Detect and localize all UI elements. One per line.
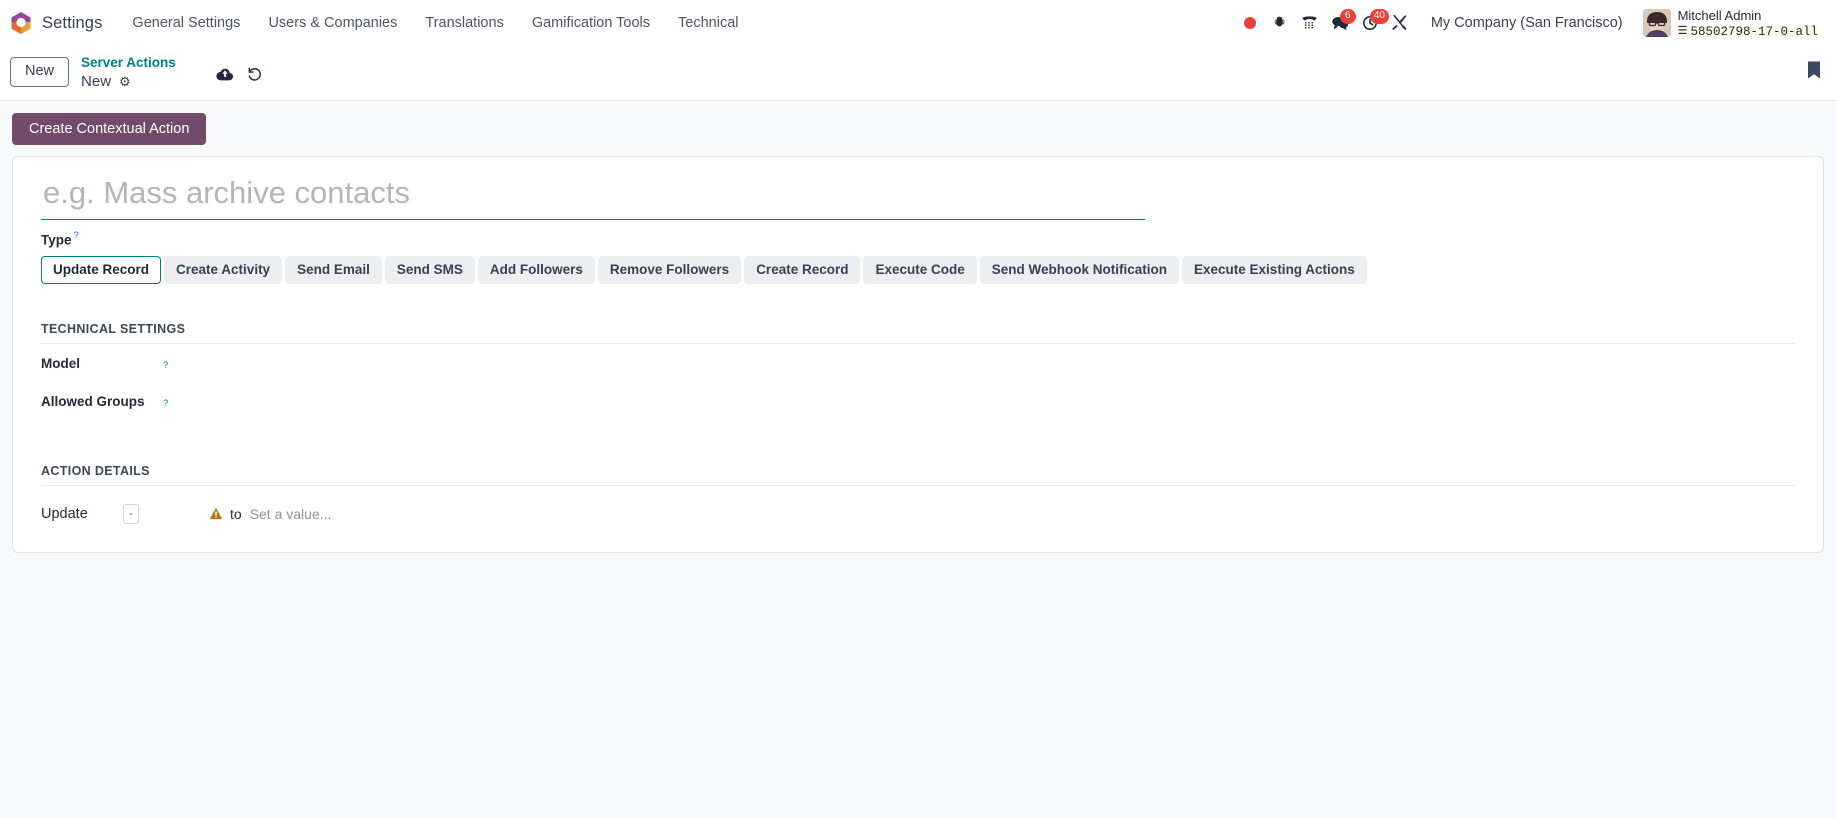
action-name-input[interactable] xyxy=(41,173,1145,220)
contextual-action-bar: Create Contextual Action xyxy=(0,101,1836,146)
technical-settings-fields: Model? Allowed Groups? xyxy=(41,356,1795,426)
type-option-execute-code[interactable]: Execute Code xyxy=(863,256,976,284)
navbar-left-group: Settings General Settings Users & Compan… xyxy=(10,9,752,37)
messages-badge: 6 xyxy=(1340,9,1356,24)
phone-dialpad-icon[interactable] xyxy=(1295,8,1325,38)
company-selector[interactable]: My Company (San Francisco) xyxy=(1421,9,1633,37)
odoo-logo-icon[interactable] xyxy=(10,11,32,35)
nav-item-translations[interactable]: Translations xyxy=(411,9,517,37)
allowed-groups-help-icon[interactable]: ? xyxy=(163,398,168,409)
type-option-send-email[interactable]: Send Email xyxy=(285,256,382,284)
record-actions xyxy=(216,66,263,82)
type-option-send-sms[interactable]: Send SMS xyxy=(385,256,475,284)
breadcrumb-parent-server-actions[interactable]: Server Actions xyxy=(81,54,176,72)
model-help-icon[interactable]: ? xyxy=(163,360,168,371)
user-menu[interactable]: Mitchell Admin ☰ 58502798-17-0-all xyxy=(1639,5,1822,42)
model-label: Model xyxy=(41,356,161,371)
control-panel: New Server Actions New ⚙ xyxy=(0,46,1836,101)
type-option-create-record[interactable]: Create Record xyxy=(744,256,860,284)
cloud-save-icon[interactable] xyxy=(216,67,234,82)
allowed-groups-label: Allowed Groups xyxy=(41,394,161,409)
update-field-select[interactable]: - xyxy=(123,504,139,524)
nav-item-gamification-tools[interactable]: Gamification Tools xyxy=(518,9,664,37)
field-row-allowed-groups: Allowed Groups? xyxy=(41,394,1795,426)
breadcrumb-current: New xyxy=(81,72,111,92)
discard-undo-icon[interactable] xyxy=(246,66,263,82)
record-dot-icon[interactable] xyxy=(1235,8,1265,38)
new-record-button[interactable]: New xyxy=(10,57,69,87)
nav-item-technical[interactable]: Technical xyxy=(664,9,752,37)
to-label: to xyxy=(230,506,242,522)
type-help-icon[interactable]: ? xyxy=(74,230,79,241)
update-label: Update xyxy=(41,506,123,522)
breadcrumb-current-row: New ⚙ xyxy=(81,72,176,92)
type-button-group: Update Record Create Activity Send Email… xyxy=(41,256,1795,284)
tools-icon[interactable] xyxy=(1385,8,1415,38)
action-name-field xyxy=(41,173,1795,220)
app-name-settings[interactable]: Settings xyxy=(42,14,118,33)
type-option-remove-followers[interactable]: Remove Followers xyxy=(598,256,741,284)
navbar-systray: 6 40 My Company (San Francisco) xyxy=(1235,5,1822,42)
type-option-create-activity[interactable]: Create Activity xyxy=(164,256,282,284)
messages-icon[interactable]: 6 xyxy=(1325,8,1355,38)
type-option-add-followers[interactable]: Add Followers xyxy=(478,256,595,284)
update-value-row: Update - to Set a value... xyxy=(41,504,1795,524)
database-name: 58502798-17-0-all xyxy=(1690,25,1818,39)
gear-icon[interactable]: ⚙ xyxy=(119,75,131,88)
nav-item-general-settings[interactable]: General Settings xyxy=(118,9,254,37)
database-icon: ☰ xyxy=(1678,26,1688,39)
set-value-input[interactable]: Set a value... xyxy=(250,506,332,522)
top-navbar: Settings General Settings Users & Compan… xyxy=(0,0,1836,46)
content-area: Create Contextual Action Type? Update Re… xyxy=(0,101,1836,565)
warning-triangle-icon[interactable] xyxy=(209,507,223,520)
section-technical-settings: TECHNICAL SETTINGS xyxy=(41,322,1795,344)
user-database: ☰ 58502798-17-0-all xyxy=(1678,25,1818,39)
form-sheet: Type? Update Record Create Activity Send… xyxy=(12,156,1824,553)
type-option-execute-existing-actions[interactable]: Execute Existing Actions xyxy=(1182,256,1367,284)
user-avatar xyxy=(1643,9,1671,37)
type-option-send-webhook-notification[interactable]: Send Webhook Notification xyxy=(980,256,1179,284)
type-label: Type xyxy=(41,233,72,248)
type-field: Type? Update Record Create Activity Send… xyxy=(41,230,1795,284)
field-row-model: Model? xyxy=(41,356,1795,388)
nav-item-users-companies[interactable]: Users & Companies xyxy=(254,9,411,37)
type-option-update-record[interactable]: Update Record xyxy=(41,256,161,284)
create-contextual-action-button[interactable]: Create Contextual Action xyxy=(12,113,206,146)
user-name: Mitchell Admin xyxy=(1678,8,1762,23)
activity-clock-icon[interactable]: 40 xyxy=(1355,8,1385,38)
bug-icon[interactable] xyxy=(1265,8,1295,38)
breadcrumb: Server Actions New ⚙ xyxy=(81,52,176,92)
section-action-details: ACTION DETAILS xyxy=(41,464,1795,486)
form-sheet-wrapper: Type? Update Record Create Activity Send… xyxy=(0,145,1836,565)
user-info-text: Mitchell Admin ☰ 58502798-17-0-all xyxy=(1678,7,1818,40)
bookmark-icon[interactable] xyxy=(1806,60,1822,80)
